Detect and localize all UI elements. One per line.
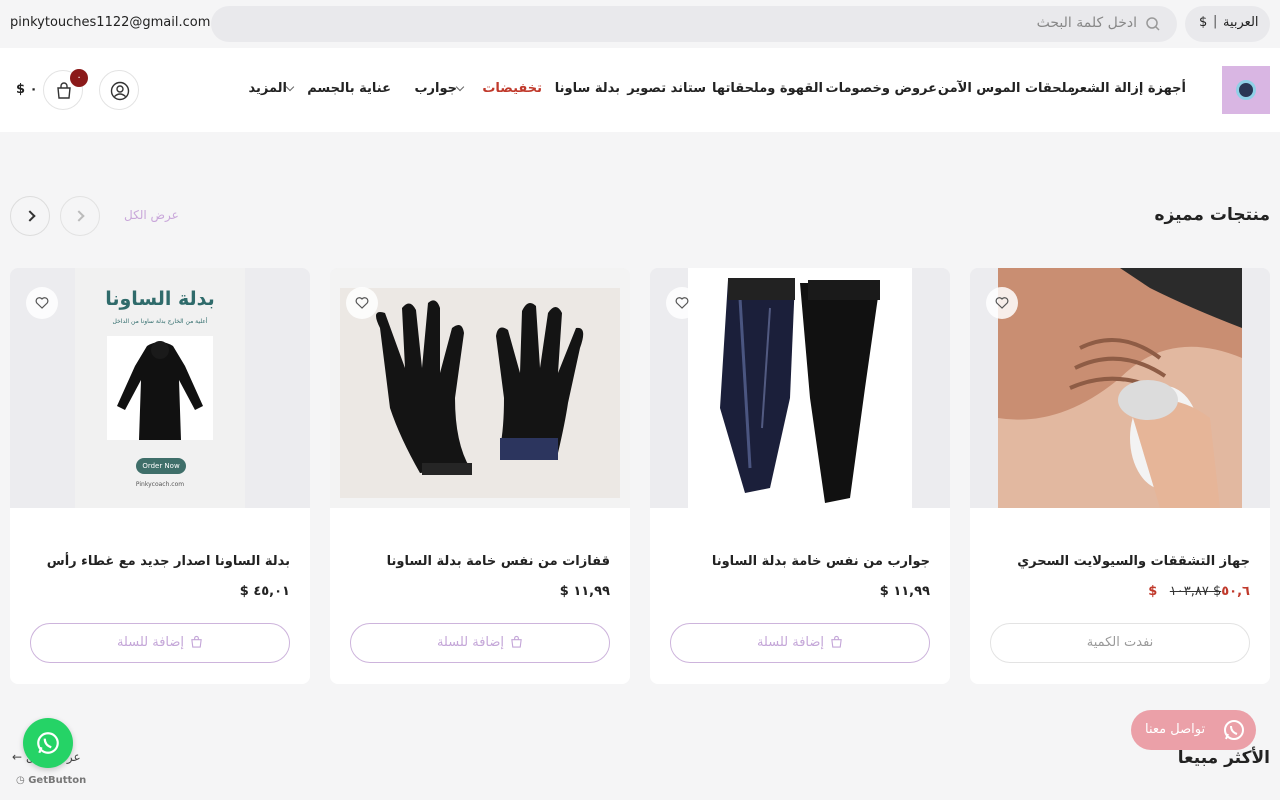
carousel-next-button[interactable]	[10, 196, 50, 236]
product-price: $ ١١,٩٩	[559, 584, 610, 599]
featured-view-all-link[interactable]: عرض الكل	[124, 208, 179, 222]
product-card[interactable]: جوارب من نفس خامة بدلة الساونا $ ١١,٩٩ إ…	[650, 268, 950, 684]
nav-photo-stand[interactable]: ستاند تصوير	[627, 81, 706, 96]
chevron-right-icon	[24, 210, 36, 222]
product-name[interactable]: جهاز التشققات والسيولايت السحري	[1017, 554, 1250, 569]
product-card[interactable]: جهاز التشققات والسيولايت السحري $ ٥٠,٦$ …	[970, 268, 1270, 684]
heart-icon	[35, 297, 49, 309]
wishlist-button[interactable]	[666, 287, 698, 319]
product-price: $ ١١,٩٩	[879, 584, 930, 599]
nav-coffee[interactable]: القهوة وملحقاتها	[712, 81, 823, 96]
add-to-cart-button[interactable]: إضافة للسلة	[670, 623, 930, 663]
add-to-cart-label: إضافة للسلة	[116, 635, 185, 650]
language-currency-switcher[interactable]: $ | العربية	[1185, 6, 1270, 42]
currency-label: $	[1199, 15, 1208, 30]
poster-title: بدلة الساونا	[105, 288, 215, 310]
bestsellers-title: الأكثر مبيعا	[1177, 748, 1270, 768]
jacket-photo	[107, 336, 213, 440]
search-input[interactable]: ادخل كلمة البحث	[1037, 15, 1137, 31]
top-bar: pinkytouches1122@gmail.com ادخل كلمة الب…	[0, 0, 1280, 48]
old-price: $ ١٠٣,٨٧	[1169, 584, 1222, 599]
nav-sauna-suit[interactable]: بدلة ساونا	[555, 81, 620, 96]
product-card[interactable]: بدلة الساونا أعلية من الخارج بدلة ساونا …	[10, 268, 310, 684]
product-name[interactable]: بدلة الساونا اصدار جديد مع غطاء رأس	[47, 554, 290, 569]
chevron-down-icon	[455, 82, 465, 92]
contact-us-button[interactable]: تواصل معنا	[1131, 710, 1256, 750]
getbutton-icon: ◷	[16, 775, 25, 786]
cart-total: $ ٠	[16, 82, 38, 97]
poster-site: Pinkycoach.com	[135, 481, 185, 488]
product-image[interactable]: بدلة الساونا أعلية من الخارج بدلة ساونا …	[10, 268, 310, 508]
add-to-cart-button[interactable]: إضافة للسلة	[30, 623, 290, 663]
carousel-prev-button[interactable]	[60, 196, 100, 236]
nav-more-label: المزيد	[248, 81, 287, 96]
bag-icon	[831, 635, 842, 648]
chevron-right-icon	[73, 210, 85, 222]
heart-icon	[355, 297, 369, 309]
nav-hair-removal[interactable]: أجهزة إزالة الشعر	[1072, 81, 1186, 96]
add-to-cart-button[interactable]: إضافة للسلة	[350, 623, 610, 663]
contact-email[interactable]: pinkytouches1122@gmail.com	[10, 15, 210, 30]
cart-icon	[57, 82, 71, 99]
nav-socks-label: جوارب	[414, 81, 457, 96]
product-name[interactable]: قفازات من نفس خامة بدلة الساونا	[387, 554, 610, 569]
language-label: العربية	[1223, 15, 1259, 30]
arrow-left-icon: ←	[12, 750, 23, 764]
product-name[interactable]: جوارب من نفس خامة بدلة الساونا	[712, 554, 930, 569]
cart-count-badge: ٠	[70, 69, 88, 87]
add-to-cart-label: إضافة للسلة	[436, 635, 505, 650]
whatsapp-icon	[1224, 720, 1244, 740]
logo-mark	[1236, 80, 1256, 100]
nav-offers[interactable]: عروض وخصومات	[826, 81, 937, 96]
whatsapp-chat-button[interactable]	[23, 718, 73, 768]
add-to-cart-label: إضافة للسلة	[756, 635, 825, 650]
whatsapp-icon	[37, 732, 59, 754]
wishlist-button[interactable]	[986, 287, 1018, 319]
sauna-suit-poster: بدلة الساونا أعلية من الخارج بدلة ساونا …	[75, 268, 245, 508]
heart-icon	[995, 297, 1009, 309]
product-image[interactable]	[970, 268, 1270, 508]
heart-icon	[675, 297, 689, 309]
poster-order-button: Order Now	[136, 458, 186, 474]
getbutton-credit[interactable]: ◷ GetButton	[16, 775, 86, 786]
product-price: $ ٤٥,٠١	[239, 584, 290, 599]
main-header: أجهزة إزالة الشعر ملحقات الموس الآمن عرو…	[0, 48, 1280, 132]
store-logo[interactable]	[1222, 66, 1270, 114]
user-icon	[110, 81, 130, 101]
getbutton-label: GetButton	[28, 775, 87, 786]
search-icon	[1146, 17, 1160, 31]
chevron-down-icon	[285, 82, 295, 92]
out-of-stock-button[interactable]: نفدت الكمية	[990, 623, 1250, 663]
separator: |	[1213, 14, 1218, 29]
nav-socks[interactable]: جوارب	[414, 81, 469, 96]
contact-us-label: تواصل معنا	[1145, 722, 1206, 737]
product-image[interactable]	[650, 268, 950, 508]
nav-more[interactable]: المزيد	[248, 81, 299, 96]
wishlist-button[interactable]	[346, 287, 378, 319]
bag-icon	[191, 635, 202, 648]
bag-icon	[511, 635, 522, 648]
product-card[interactable]: قفازات من نفس خامة بدلة الساونا $ ١١,٩٩ …	[330, 268, 630, 684]
featured-title: منتجات مميزه	[1154, 205, 1270, 225]
wishlist-button[interactable]	[26, 287, 58, 319]
search-bar[interactable]: ادخل كلمة البحث	[211, 6, 1177, 42]
account-button[interactable]	[99, 70, 139, 110]
nav-discounts[interactable]: تخفيضات	[482, 81, 542, 96]
nav-body-care[interactable]: عناية بالجسم	[307, 81, 391, 96]
product-image[interactable]	[330, 268, 630, 508]
poster-subtitle: أعلية من الخارج بدلة ساونا من الداخل	[112, 318, 208, 325]
product-price: $ ٥٠,٦$ ١٠٣,٨٧	[1148, 584, 1250, 599]
nav-razor-accessories[interactable]: ملحقات الموس الآمن	[938, 81, 1075, 96]
